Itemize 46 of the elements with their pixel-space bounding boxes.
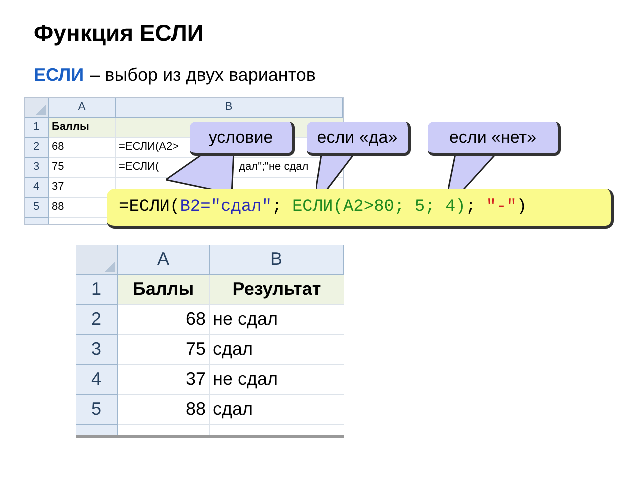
row-header: 3 [25,158,49,178]
formula-part: ЕСЛИ(A2>80; 5; 4) [292,196,466,219]
formula-part: ) [516,196,528,219]
table-cell: 75 [49,158,116,178]
table-cell: Баллы [49,118,116,138]
column-header: A [118,245,210,275]
table-cell: не сдал [210,365,344,395]
table-cell: сдал [210,395,344,425]
table-cell: 68 [118,305,210,335]
row-header: 2 [25,138,49,158]
formula-text: =ЕСЛИ(А2> [119,140,180,156]
row-header: 3 [76,335,118,365]
slide-title: Функция ЕСЛИ [34,19,205,48]
table-cell: Результат [210,275,344,305]
formula-part: B2="сдал" [180,196,272,219]
formula-part: ; [466,196,478,219]
corner-triangle-icon [36,105,46,115]
row-header: 5 [25,198,49,218]
table-cell: 75 [118,335,210,365]
corner-triangle-icon [105,262,115,272]
table-cell: сдал [210,335,344,365]
row-header: 4 [76,365,118,395]
table-cell: 68 [49,138,116,158]
keyword-text: ЕСЛИ [34,64,84,87]
formula-text: дал";"не сдал [239,160,309,176]
formula-part: =ЕСЛИ( [119,196,180,219]
table-cell: 37 [118,365,210,395]
formula-text: =ЕСЛИ( [119,160,160,176]
row-header: 2 [76,305,118,335]
row-header: 5 [76,395,118,425]
table-cell: не сдал [210,305,344,335]
subtitle-text: – выбор из двух вариантов [90,64,316,87]
callout-label: если «да» [307,122,411,156]
column-header: A [49,98,116,118]
formula-part: ; [272,196,284,219]
row-header [25,218,49,224]
table-cell: Баллы [118,275,210,305]
row-header: 1 [25,118,49,138]
column-header: B [210,245,344,275]
row-header: 1 [76,275,118,305]
callout-label: условие [190,122,295,156]
row-header [76,425,118,435]
row-header: 4 [25,178,49,198]
column-header: B [116,98,343,118]
formula-part: "-" [486,196,517,219]
table-cell: 88 [118,395,210,425]
